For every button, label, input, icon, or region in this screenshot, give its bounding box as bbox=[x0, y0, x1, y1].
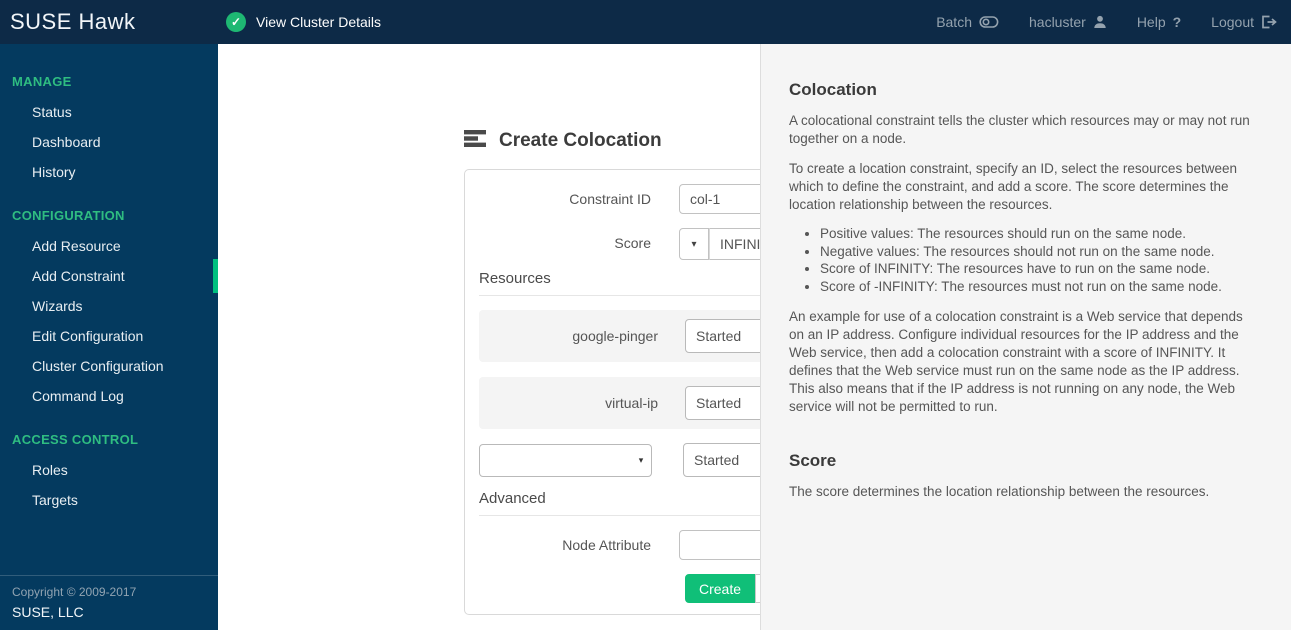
sidebar-item-command-log[interactable]: Command Log bbox=[0, 381, 218, 411]
question-icon: ? bbox=[1172, 14, 1182, 30]
view-cluster-details-link[interactable]: ✓ View Cluster Details bbox=[226, 12, 381, 32]
brand-logo[interactable]: SUSE Hawk bbox=[10, 9, 220, 35]
sidebar-item-dashboard[interactable]: Dashboard bbox=[0, 127, 218, 157]
help-panel: Colocation A colocational constraint tel… bbox=[760, 44, 1291, 630]
view-cluster-details-label: View Cluster Details bbox=[256, 14, 382, 30]
advanced-section-label: Advanced bbox=[479, 490, 546, 507]
top-bar: SUSE Hawk ✓ View Cluster Details Batch h… bbox=[0, 0, 1291, 44]
user-icon bbox=[1093, 15, 1107, 29]
sidebar-item-cluster-configuration[interactable]: Cluster Configuration bbox=[0, 351, 218, 381]
help-score-title: Score bbox=[789, 450, 837, 470]
sidebar-item-wizards[interactable]: Wizards bbox=[0, 291, 218, 321]
caret-down-icon: ▾ bbox=[638, 455, 644, 465]
sidebar-item-add-constraint[interactable]: Add Constraint bbox=[0, 259, 218, 293]
constraint-id-label: Constraint ID bbox=[569, 191, 651, 207]
sidebar-item-add-resource[interactable]: Add Resource bbox=[0, 231, 218, 261]
page-title-text: Create Colocation bbox=[499, 130, 662, 151]
section-title-configuration: CONFIGURATION bbox=[12, 208, 125, 223]
sidebar-item-targets[interactable]: Targets bbox=[0, 485, 218, 515]
help-paragraph: A colocational constraint tells the clus… bbox=[789, 113, 1250, 146]
list-item: Score of -INFINITY: The resources must n… bbox=[820, 278, 1261, 296]
help-paragraph: An example for use of a colocation const… bbox=[789, 309, 1243, 414]
score-label: Score bbox=[614, 235, 651, 251]
user-menu-item[interactable]: hacluster bbox=[1029, 14, 1107, 30]
resource-name: google-pinger bbox=[572, 328, 658, 344]
batch-toggle-icon bbox=[979, 15, 999, 29]
copyright-text: Copyright © 2009-2017 bbox=[12, 585, 137, 599]
sidebar-item-edit-configuration[interactable]: Edit Configuration bbox=[0, 321, 218, 351]
create-button[interactable]: Create bbox=[685, 574, 756, 603]
sidebar-item-roles[interactable]: Roles bbox=[0, 455, 218, 485]
list-item: Score of INFINITY: The resources have to… bbox=[820, 260, 1261, 278]
colocation-bars-icon bbox=[464, 130, 486, 152]
score-values-list: Positive values: The resources should ru… bbox=[789, 225, 1261, 296]
sidebar-item-status[interactable]: Status bbox=[0, 97, 218, 127]
sidebar-footer: Copyright © 2009-2017 SUSE, LLC bbox=[0, 575, 218, 630]
help-colocation-title: Colocation bbox=[789, 80, 877, 99]
help-paragraph: The score determines the location relati… bbox=[789, 483, 1210, 499]
batch-menu-item[interactable]: Batch bbox=[936, 14, 999, 30]
topbar-menu: Batch hacluster Help ? Logout bbox=[936, 14, 1277, 30]
list-item: Positive values: The resources should ru… bbox=[820, 225, 1261, 243]
sidebar-item-history[interactable]: History bbox=[0, 157, 218, 187]
logout-icon bbox=[1261, 15, 1277, 29]
resource-name: virtual-ip bbox=[605, 395, 658, 411]
resources-section-label: Resources bbox=[479, 270, 551, 287]
company-text: SUSE, LLC bbox=[12, 604, 84, 620]
logout-menu-item[interactable]: Logout bbox=[1211, 14, 1277, 30]
sidebar: MANAGE Status Dashboard History CONFIGUR… bbox=[0, 44, 218, 630]
node-attribute-label: Node Attribute bbox=[562, 537, 651, 553]
caret-down-icon: ▾ bbox=[691, 238, 697, 250]
help-paragraph: To create a location constraint, specify… bbox=[789, 160, 1237, 212]
cluster-ok-check-icon: ✓ bbox=[226, 12, 246, 32]
score-dropdown-toggle[interactable]: ▾ bbox=[679, 228, 709, 260]
new-resource-select[interactable]: ▾ bbox=[479, 444, 652, 477]
section-title-access-control: ACCESS CONTROL bbox=[12, 432, 139, 447]
help-menu-item[interactable]: Help ? bbox=[1137, 14, 1181, 30]
section-title-manage: MANAGE bbox=[12, 74, 72, 89]
page-title: Create Colocation bbox=[464, 130, 662, 152]
app-window: SUSE Hawk ✓ View Cluster Details Batch h… bbox=[0, 0, 1291, 630]
list-item: Negative values: The resources should no… bbox=[820, 243, 1261, 261]
